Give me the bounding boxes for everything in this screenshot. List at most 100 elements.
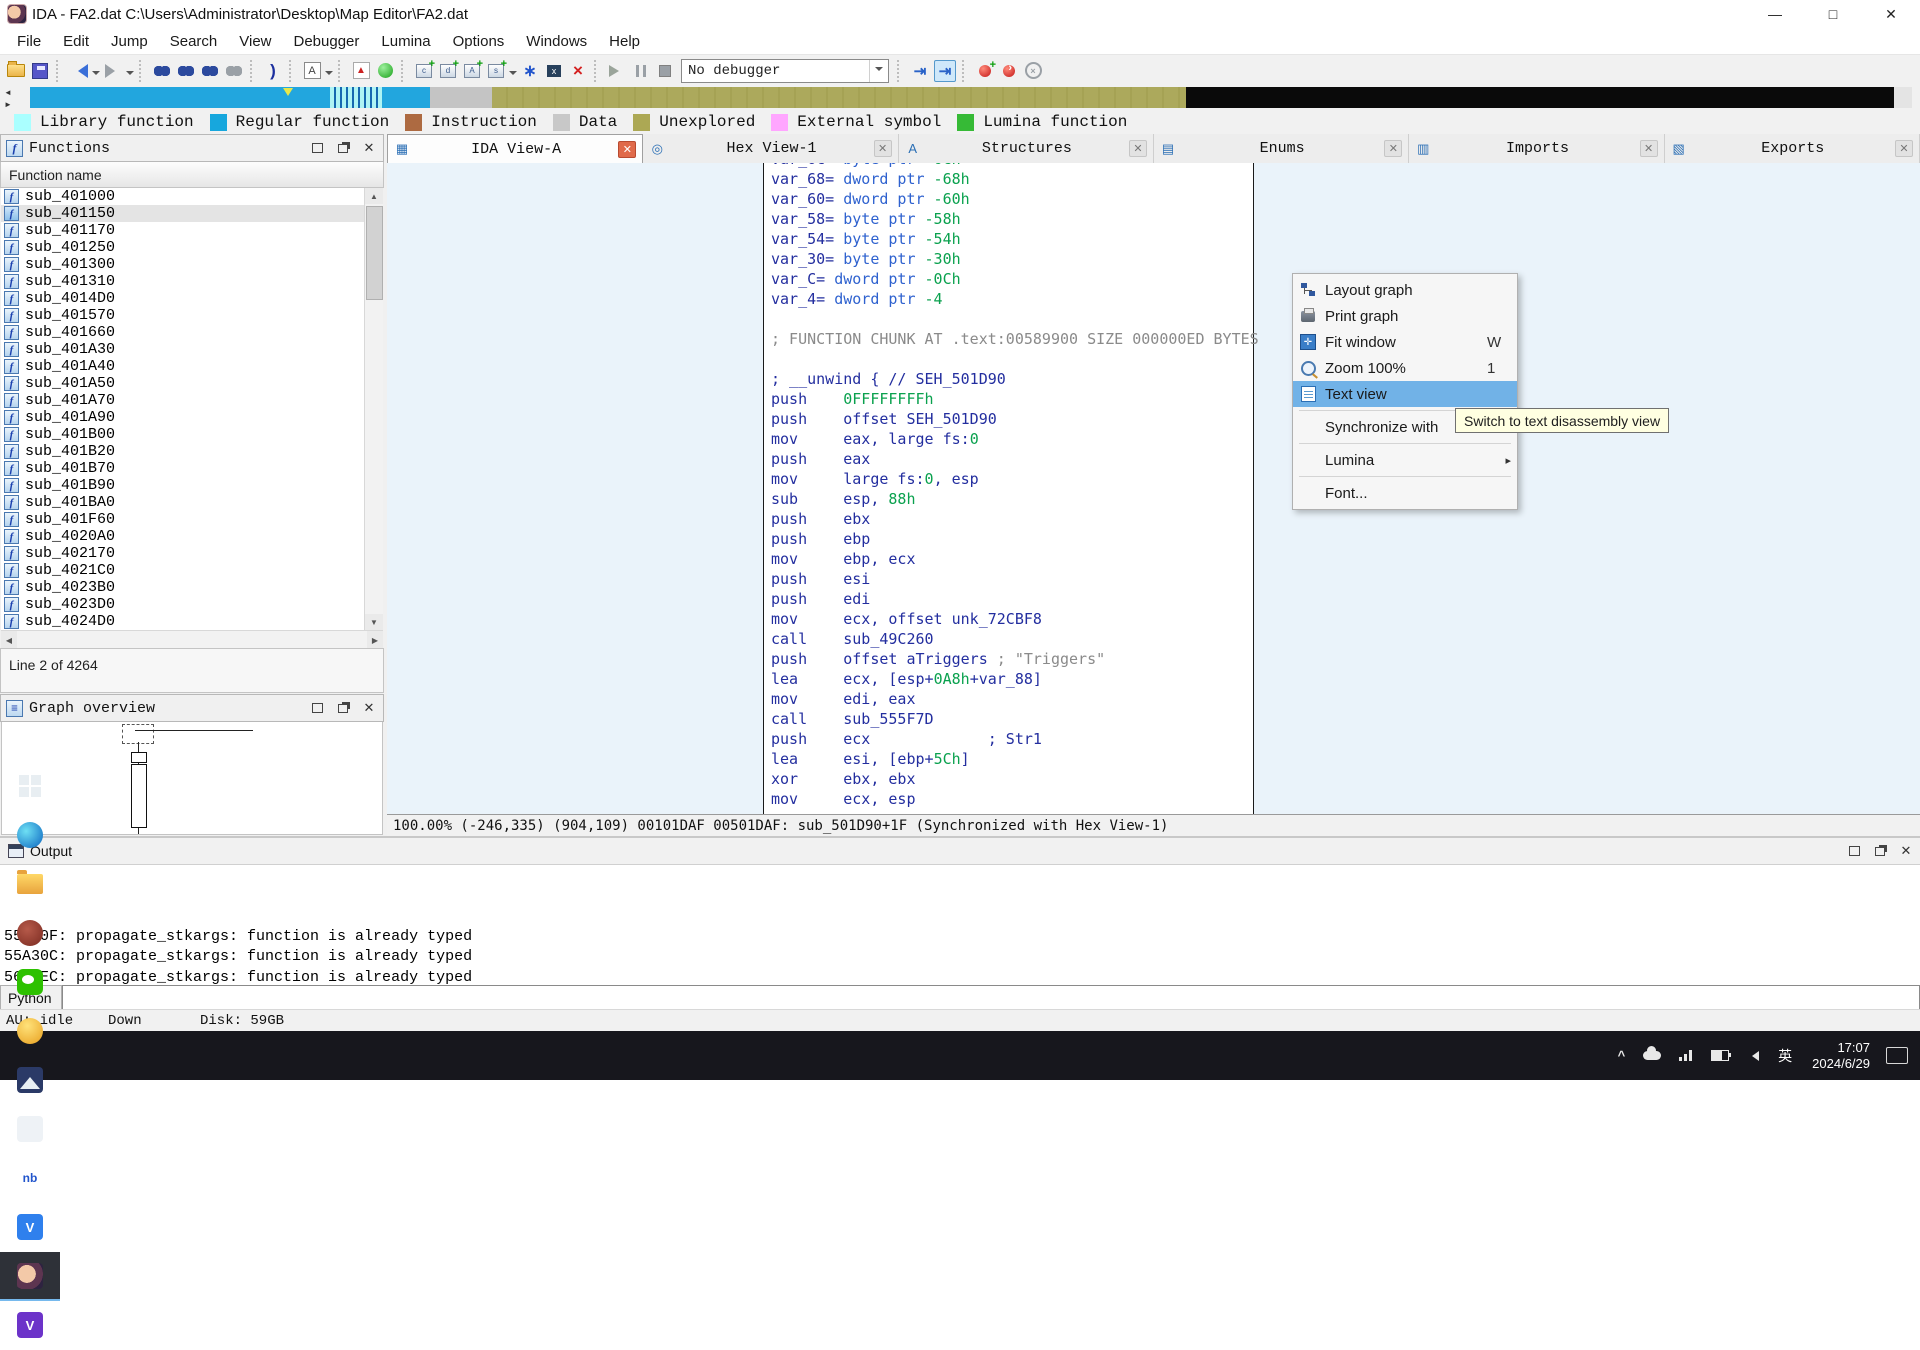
functions-vertical-scrollbar[interactable]: ▲ ▼	[364, 188, 383, 630]
function-list-item[interactable]: f sub_4020A0	[1, 528, 365, 545]
function-list-item[interactable]: f sub_401310	[1, 273, 365, 290]
tab-close-icon[interactable]: ✕	[1895, 140, 1913, 157]
jump-xref-button[interactable]: )	[263, 61, 283, 81]
graph-viewport-rect[interactable]	[122, 724, 154, 744]
tab-close-icon[interactable]: ✕	[1640, 140, 1658, 157]
tab-close-icon[interactable]: ✕	[618, 141, 636, 158]
menu-item[interactable]: File	[6, 33, 52, 50]
menu-item[interactable]: Options	[442, 33, 516, 50]
navband-segment-olive[interactable]	[492, 87, 1186, 108]
function-list-item[interactable]: f sub_401000	[1, 188, 365, 205]
function-list-item[interactable]: f sub_401A40	[1, 358, 365, 375]
close-icon[interactable]: ✕	[1862, 0, 1920, 28]
tab-close-icon[interactable]: ✕	[1384, 140, 1402, 157]
panel-close-button[interactable]: ✕	[359, 699, 379, 717]
panel-restore-button[interactable]	[307, 699, 327, 717]
panel-close-button[interactable]: ✕	[359, 139, 379, 157]
navband-segment-cap[interactable]	[1894, 87, 1912, 108]
menu-item[interactable]: Debugger	[283, 33, 371, 50]
asm-line[interactable]: push offset aTriggers ; "Triggers"	[771, 649, 1259, 669]
function-list-item[interactable]: f sub_4014D0	[1, 290, 365, 307]
tab-close-icon[interactable]: ✕	[1129, 140, 1147, 157]
context-menu-item-print-graph[interactable]: Print graph	[1293, 303, 1517, 329]
volume-icon[interactable]	[1747, 1051, 1759, 1061]
forward-history-caret[interactable]	[126, 71, 134, 79]
minimize-icon[interactable]: —	[1746, 0, 1804, 28]
output-header[interactable]: Output ✕	[0, 838, 1920, 865]
function-list-item[interactable]: f sub_401A70	[1, 392, 365, 409]
function-list-item[interactable]: f sub_401570	[1, 307, 365, 324]
asm-line[interactable]: ; __unwind { // SEH_501D90	[771, 369, 1259, 389]
view-tab[interactable]: ▦ IDA View-A ✕	[387, 134, 643, 163]
view-tab[interactable]: A Structures ✕	[899, 134, 1154, 163]
view-tab[interactable]: ▤ Enums ✕	[1154, 134, 1409, 163]
function-list-item[interactable]: f sub_401B20	[1, 443, 365, 460]
function-list-item[interactable]: f sub_401B70	[1, 460, 365, 477]
panel-restore-button[interactable]	[1844, 842, 1864, 860]
asm-line[interactable]: var_30= byte ptr -30h	[771, 249, 1259, 269]
function-list-item[interactable]: f sub_401BA0	[1, 494, 365, 511]
panel-close-button[interactable]: ✕	[1896, 842, 1916, 860]
context-menu-item-font[interactable]: Font...	[1293, 480, 1517, 506]
asm-line[interactable]: var_54= byte ptr -54h	[771, 229, 1259, 249]
view-tab[interactable]: ◎ Hex View-1 ✕	[643, 134, 898, 163]
asm-line[interactable]: push edi	[771, 589, 1259, 609]
jump-forward-button[interactable]	[103, 61, 123, 81]
python-input[interactable]	[62, 985, 1920, 1011]
function-list-item[interactable]: f sub_401A90	[1, 409, 365, 426]
add-breakpoint-button[interactable]	[975, 61, 995, 81]
menu-item[interactable]: Jump	[100, 33, 159, 50]
asm-line[interactable]: mov large fs:0, esp	[771, 469, 1259, 489]
asm-line[interactable]	[771, 349, 1259, 369]
asm-line[interactable]: mov ecx, esp	[771, 789, 1259, 809]
step-into-button[interactable]: ⇥	[910, 61, 930, 81]
menu-item[interactable]: Help	[598, 33, 651, 50]
panel-restore-button[interactable]	[307, 139, 327, 157]
panel-float-button[interactable]	[333, 699, 353, 717]
battery-icon[interactable]	[1711, 1050, 1729, 1061]
search-again-button[interactable]	[224, 61, 244, 81]
taskbar-app-button[interactable]	[0, 909, 60, 958]
navband-segment-cyanstripe[interactable]	[330, 87, 382, 108]
debugger-stop-button[interactable]	[655, 61, 675, 81]
jump-back-button[interactable]	[69, 61, 89, 81]
asm-line[interactable]: push ecx ; Str1	[771, 729, 1259, 749]
asm-line[interactable]: var_60= dword ptr -60h	[771, 189, 1259, 209]
asm-line[interactable]: xor ebx, ebx	[771, 769, 1259, 789]
asm-line[interactable]: var_4= dword ptr -4	[771, 289, 1259, 309]
view-tab[interactable]: ▧ Exports ✕	[1665, 134, 1920, 163]
scroll-down-icon[interactable]: ▼	[365, 614, 383, 630]
navband-segment-data[interactable]	[430, 87, 492, 108]
taskbar-app-button[interactable]	[0, 1007, 60, 1056]
cloud-icon[interactable]	[1643, 1051, 1661, 1060]
context-menu-item-fit-window[interactable]: ✛Fit windowW	[1293, 329, 1517, 355]
search-sequence-button[interactable]	[200, 61, 220, 81]
scroll-right-icon[interactable]: ▶	[367, 631, 383, 649]
taskbar-app-button[interactable]: V	[0, 1301, 60, 1350]
menu-item[interactable]: View	[228, 33, 282, 50]
taskbar-app-button[interactable]	[0, 762, 60, 811]
scrollbar-thumb[interactable]	[366, 206, 383, 300]
menu-item[interactable]: Lumina	[370, 33, 441, 50]
disassembly-listing[interactable]: var_6C= byte ptr -6Chvar_68= dword ptr -…	[771, 163, 1259, 809]
asm-line[interactable]: mov ebp, ecx	[771, 549, 1259, 569]
taskbar-app-button[interactable]	[0, 958, 60, 1007]
asm-line[interactable]: var_58= byte ptr -58h	[771, 209, 1259, 229]
asm-line[interactable]: push ebx	[771, 509, 1259, 529]
scroll-left-icon[interactable]: ◀	[1, 631, 17, 649]
function-list-item[interactable]: f sub_402170	[1, 545, 365, 562]
function-list-item[interactable]: f sub_401170	[1, 222, 365, 239]
context-menu-item-lumina[interactable]: Lumina▸	[1293, 447, 1517, 473]
asm-line[interactable]: var_C= dword ptr -0Ch	[771, 269, 1259, 289]
asm-line[interactable]: push esi	[771, 569, 1259, 589]
navband-segment-black[interactable]	[1186, 87, 1894, 108]
context-menu-item-zoom-100[interactable]: Zoom 100%1	[1293, 355, 1517, 381]
delete-breakpoint-button[interactable]: ×	[1023, 61, 1043, 81]
asm-line[interactable]: ; FUNCTION CHUNK AT .text:00589900 SIZE …	[771, 329, 1259, 349]
asm-line[interactable]: push 0FFFFFFFFh	[771, 389, 1259, 409]
function-list-item[interactable]: f sub_401B00	[1, 426, 365, 443]
graph-view-pane[interactable]: var_6C= byte ptr -6Chvar_68= dword ptr -…	[387, 163, 1920, 814]
navband-segment-regular[interactable]	[382, 87, 430, 108]
asm-line[interactable]: lea ecx, [esp+0A8h+var_88]	[771, 669, 1259, 689]
asm-line[interactable]: mov eax, large fs:0	[771, 429, 1259, 449]
